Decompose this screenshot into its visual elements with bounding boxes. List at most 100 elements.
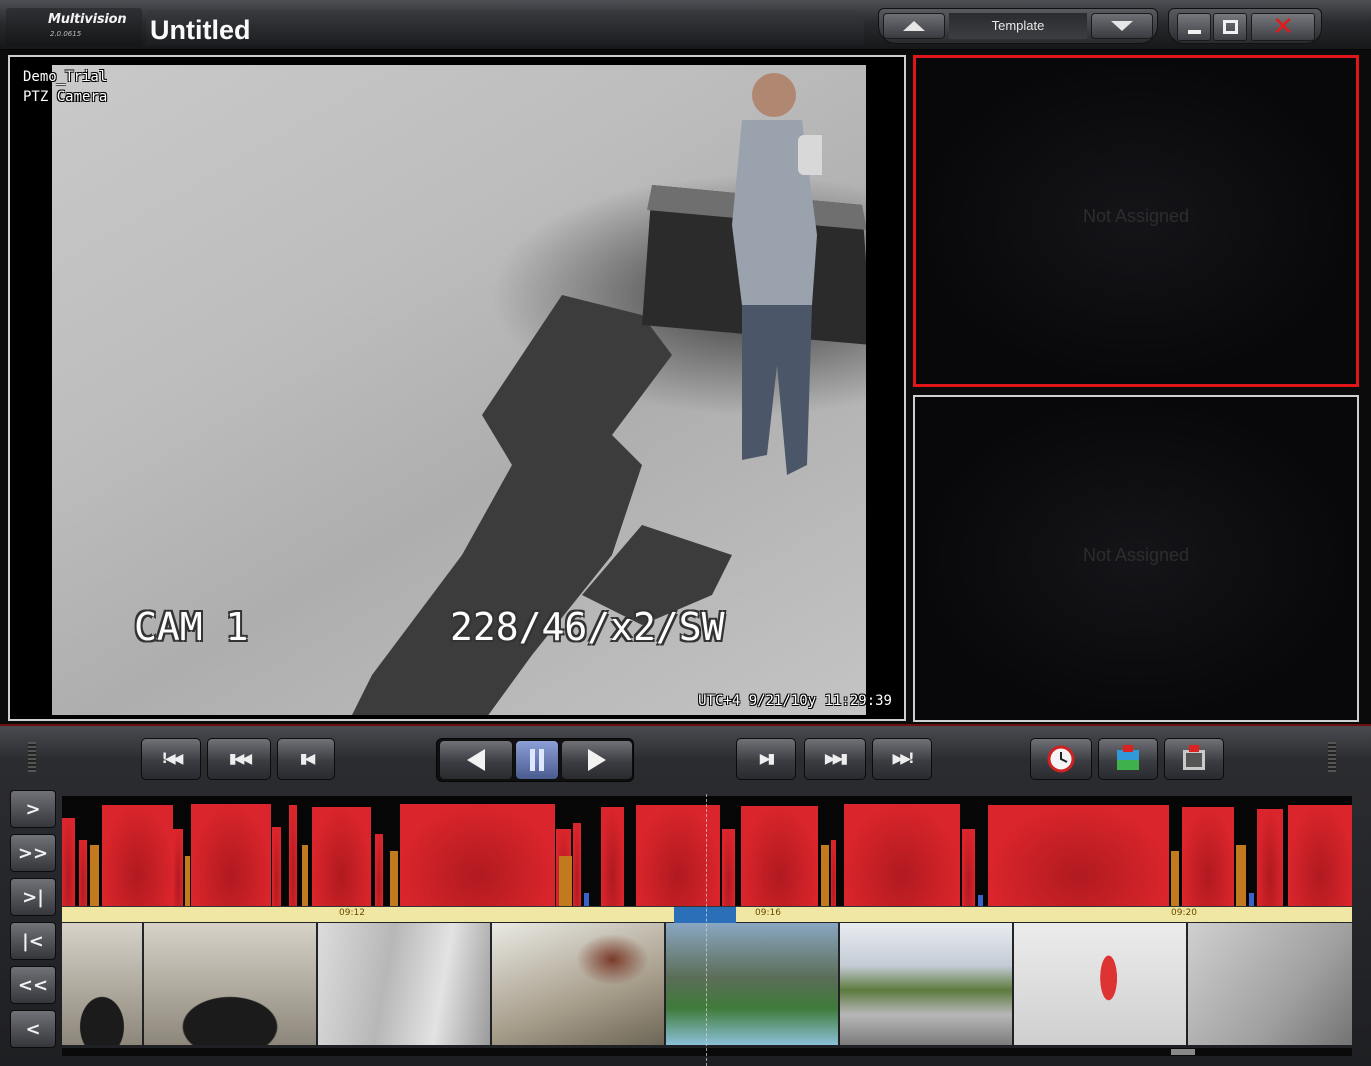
play-button[interactable] [561,740,633,780]
timeline-segment-rec[interactable] [312,807,371,906]
pause-icon [530,749,544,771]
skip-to-start-icon: !◀◀ [161,751,184,767]
play-controls [436,738,634,782]
camera-name-label: PTZ Camera [23,89,108,105]
pause-button[interactable] [515,740,559,780]
timeline-segment-rec[interactable] [722,829,735,906]
timeline-segment-motion[interactable] [185,856,190,906]
timeline-segment-rec[interactable] [636,805,720,906]
timeline-segment-motion[interactable] [302,845,308,906]
app-logo: Multivision 2.0.0615 [6,8,142,46]
thumb-tunnel-1[interactable] [62,923,142,1045]
go-to-end-side-button[interactable]: >| [10,878,56,916]
play-reverse-icon [467,749,485,771]
thumb-city[interactable] [840,923,1012,1045]
title-bar: Multivision 2.0.0615 Untitled Template ✕ [0,0,1371,50]
thumb-dirt[interactable] [492,923,664,1045]
minimize-button[interactable] [1177,13,1211,41]
thumbnail-scrollbar[interactable] [62,1048,1352,1056]
video-timestamp: UTC+4 9/21/10y 11:29:39 [698,693,892,709]
left-grip-handle[interactable] [28,742,36,772]
document-title: Untitled [146,10,864,46]
thumb-field[interactable] [666,923,838,1045]
timeline-segment-rec[interactable] [573,823,581,906]
timeline-segment-rec[interactable] [844,804,960,906]
snapshot-icon [1117,745,1139,770]
timeline-segment-rec[interactable] [1288,805,1352,906]
template-previous-button[interactable] [883,13,945,39]
thumb-street[interactable] [1188,923,1352,1045]
timeline-segment-rec[interactable] [173,829,183,906]
template-next-button[interactable] [1091,13,1153,39]
fast-rewind-side-button[interactable]: << [10,966,56,1004]
video-pane-3[interactable]: Not Assigned [913,395,1359,722]
thumb-walkway[interactable] [318,923,490,1045]
right-grip-handle[interactable] [1328,742,1336,772]
maximize-button[interactable] [1213,13,1247,41]
timeline-segment-rec[interactable] [831,840,836,906]
window-controls: ✕ [1168,8,1322,44]
go-to-live-button[interactable]: ▶▶! [872,738,932,780]
playhead-line[interactable] [706,794,707,1066]
play-reverse-button[interactable] [439,740,513,780]
timeline-segment-rec[interactable] [741,806,818,906]
film-export-icon [1183,745,1205,770]
timeline-segment-rec[interactable] [272,827,281,906]
not-assigned-label: Not Assigned [1082,545,1190,565]
close-button[interactable]: ✕ [1251,12,1315,42]
osd-ptz-position: 228/46/x2/SW [450,605,725,649]
timeline-segment-event[interactable] [978,895,983,906]
main-video-pane[interactable]: Demo_Trial PTZ Camera CAM 1 228/46/x2/SW… [8,55,906,721]
thumb-woman[interactable] [1014,923,1186,1045]
previous-event-button[interactable]: ▮◀◀ [207,738,271,780]
scrollbar-thumb[interactable] [1171,1049,1195,1055]
go-to-start-button[interactable]: !◀◀ [141,738,201,780]
step-back-button[interactable]: ▮◀ [277,738,335,780]
clock-icon [1047,745,1075,773]
timeline-segment-motion[interactable] [559,856,572,906]
timeline-segment-rec[interactable] [102,805,173,906]
timeline-segment-rec[interactable] [400,804,555,906]
timeline-segment-motion[interactable] [390,851,398,906]
timeline-segment-rec[interactable] [62,818,75,906]
snapshot-button[interactable] [1098,738,1158,780]
timeline-segment-rec[interactable] [1182,807,1234,906]
timeline-segment-motion[interactable] [1236,845,1246,906]
go-to-start-side-button[interactable]: |< [10,922,56,960]
shadow-shape [352,295,732,715]
app-version: 2.0.0615 [50,30,82,38]
go-to-time-button[interactable] [1030,738,1092,780]
minimize-icon [1188,30,1201,34]
range-selection[interactable] [674,907,736,923]
next-event-button[interactable]: ▶▶▮ [804,738,866,780]
timeline-segment-rec[interactable] [79,840,87,906]
thumb-tunnel-2[interactable] [144,923,316,1045]
step-back-side-button[interactable]: < [10,1010,56,1048]
timeline-segment-rec[interactable] [601,807,624,906]
timeline-segment-rec[interactable] [191,804,271,906]
timeline-ruler[interactable]: 09:12 09:16 09:20 [62,906,1352,923]
not-assigned-label: Not Assigned [1082,206,1190,226]
fast-forward-side-button[interactable]: >> [10,834,56,872]
timeline-segment-rec[interactable] [962,829,975,906]
template-label[interactable]: Template [949,13,1087,39]
timeline-segment-rec[interactable] [1257,809,1283,906]
arrow-down-icon [1111,21,1133,31]
timeline-segment-motion[interactable] [821,845,829,906]
timeline-segment-rec[interactable] [375,834,383,906]
timeline-tick-label: 09:16 [755,908,781,918]
timeline-segment-motion[interactable] [1171,851,1179,906]
fast-forward-icon: ▶▶▮ [824,751,848,767]
step-forward-side-button[interactable]: > [10,790,56,828]
export-clip-button[interactable] [1164,738,1224,780]
video-pane-2[interactable]: Not Assigned [913,55,1359,387]
step-forward-button[interactable]: ▶▮ [736,738,796,780]
timeline-segment-event[interactable] [1249,893,1254,906]
recording-timeline[interactable] [62,796,1352,906]
timeline-segment-rec[interactable] [988,805,1169,906]
timeline-segment-motion[interactable] [90,845,99,906]
play-icon [588,749,606,771]
timeline-segment-rec[interactable] [289,805,297,906]
timeline-segment-event[interactable] [584,893,589,906]
person-figure [732,73,822,475]
